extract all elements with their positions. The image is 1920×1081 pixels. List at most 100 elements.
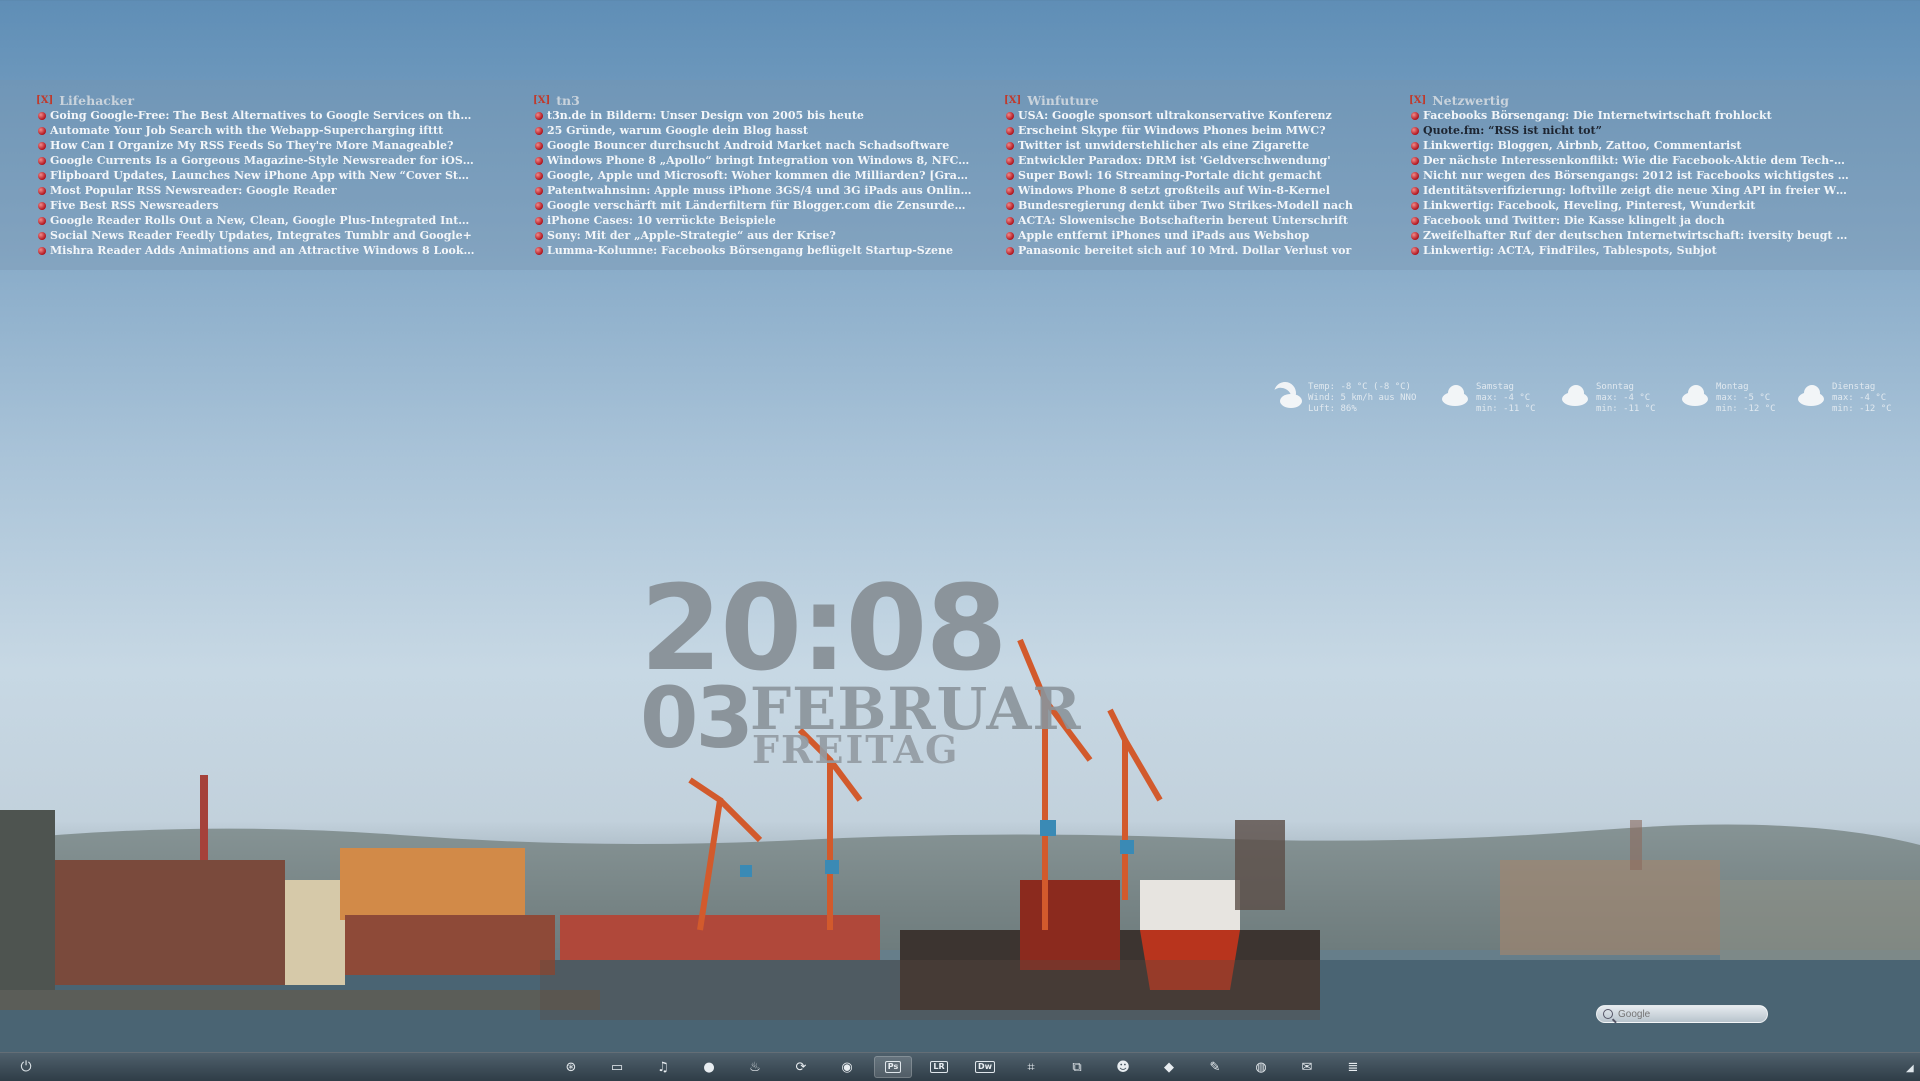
windows-icon: ⧉ bbox=[1072, 1059, 1082, 1075]
feed-item[interactable]: Twitter ist unwiderstehlicher als eine Z… bbox=[1004, 138, 1444, 153]
search-input[interactable] bbox=[1618, 1008, 1758, 1020]
search-icon bbox=[1603, 1009, 1613, 1019]
photoshop-icon: Ps bbox=[884, 1061, 902, 1073]
feed-item[interactable]: Google, Apple und Microsoft: Woher komme… bbox=[533, 168, 973, 183]
feed-item[interactable]: Going Google-Free: The Best Alternatives… bbox=[36, 108, 476, 123]
feed-item[interactable]: iPhone Cases: 10 verrückte Beispiele bbox=[533, 213, 973, 228]
lightroom-icon: LR bbox=[930, 1061, 948, 1073]
edit-dock-button[interactable]: ✎ bbox=[1196, 1056, 1234, 1078]
feed-item[interactable]: Facebooks Börsengang: Die Internetwirtsc… bbox=[1409, 108, 1849, 123]
disc-dock-button[interactable]: ● bbox=[690, 1056, 728, 1078]
weather-current: Temp: -8 °C (-8 °C) Wind: 5 km/h aus NNO… bbox=[1272, 382, 1416, 415]
feed-item[interactable]: Windows Phone 8 setzt großteils auf Win-… bbox=[1004, 183, 1444, 198]
power-icon[interactable]: ⏻ bbox=[18, 1059, 34, 1075]
feed-close-button[interactable]: [X] bbox=[533, 95, 550, 106]
google-search-box[interactable] bbox=[1596, 1005, 1768, 1023]
lightroom-dock-button[interactable]: LR bbox=[920, 1056, 958, 1078]
feed-item[interactable]: Lumma-Kolumne: Facebooks Börsengang befl… bbox=[533, 243, 973, 258]
feed-item[interactable]: Quote.fm: “RSS ist nicht tot” bbox=[1409, 123, 1849, 138]
feed-item[interactable]: Zweifelhafter Ruf der deutschen Internet… bbox=[1409, 228, 1849, 243]
feed-lifehacker: [X] Lifehacker Going Google-Free: The Be… bbox=[36, 92, 476, 258]
users-dock-button[interactable]: ☻ bbox=[1104, 1056, 1142, 1078]
stack-icon: ≣ bbox=[1347, 1059, 1359, 1075]
dock: ⊛ ▭ ♫ ● ♨ ⟳ ◉ Ps LR Dw ⌗ ⧉ ☻ ◆ ✎ ◍ ✉ ≣ bbox=[552, 1056, 1372, 1078]
feed-item[interactable]: Social News Reader Feedly Updates, Integ… bbox=[36, 228, 476, 243]
feed-item[interactable]: How Can I Organize My RSS Feeds So They'… bbox=[36, 138, 476, 153]
feed-item[interactable]: t3n.de in Bildern: Unser Design von 2005… bbox=[533, 108, 973, 123]
windows-dock-button[interactable]: ⧉ bbox=[1058, 1056, 1096, 1078]
feed-header: [X] tn3 bbox=[533, 92, 973, 108]
dreamweaver-dock-button[interactable]: Dw bbox=[966, 1056, 1004, 1078]
feed-title[interactable]: Lifehacker bbox=[59, 93, 134, 108]
feed-item[interactable]: Automate Your Job Search with the Webapp… bbox=[36, 123, 476, 138]
feed-item[interactable]: Nicht nur wegen des Börsengangs: 2012 is… bbox=[1409, 168, 1849, 183]
crop-dock-button[interactable]: ⌗ bbox=[1012, 1056, 1050, 1078]
feed-title[interactable]: tn3 bbox=[556, 93, 580, 108]
taskbar: ⏻ ⊛ ▭ ♫ ● ♨ ⟳ ◉ Ps LR Dw ⌗ ⧉ ☻ ◆ ✎ ◍ ✉ ≣ ◢ bbox=[0, 1052, 1920, 1081]
feed-item[interactable]: Flipboard Updates, Launches New iPhone A… bbox=[36, 168, 476, 183]
feed-item[interactable]: Google verschärft mit Länderfiltern für … bbox=[533, 198, 973, 213]
moon-cloud-icon bbox=[1272, 382, 1302, 410]
weather-forecast-day: Samstag max: -4 °C min: -11 °C bbox=[1440, 382, 1536, 415]
feed-item[interactable]: Windows Phone 8 „Apollo“ bringt Integrat… bbox=[533, 153, 973, 168]
mail-dock-button[interactable]: ✉ bbox=[1288, 1056, 1326, 1078]
feed-close-button[interactable]: [X] bbox=[1409, 95, 1426, 106]
feed-item[interactable]: Erscheint Skype für Windows Phones beim … bbox=[1004, 123, 1444, 138]
feed-item[interactable]: Google Currents Is a Gorgeous Magazine-S… bbox=[36, 153, 476, 168]
feed-item[interactable]: Google Reader Rolls Out a New, Clean, Go… bbox=[36, 213, 476, 228]
feed-item[interactable]: ACTA: Slowenische Botschafterin bereut U… bbox=[1004, 213, 1444, 228]
feed-close-button[interactable]: [X] bbox=[36, 95, 53, 106]
feed-item[interactable]: Bundesregierung denkt über Two Strikes-M… bbox=[1004, 198, 1444, 213]
feed-item[interactable]: Mishra Reader Adds Animations and an Att… bbox=[36, 243, 476, 258]
photoshop-dock-button[interactable]: Ps bbox=[874, 1056, 912, 1078]
users-icon: ☻ bbox=[1116, 1059, 1130, 1075]
cube-dock-button[interactable]: ◆ bbox=[1150, 1056, 1188, 1078]
weather-forecast-day: Montag max: -5 °C min: -12 °C bbox=[1680, 382, 1776, 415]
feed-winfuture: [X] Winfuture USA: Google sponsort ultra… bbox=[1004, 92, 1444, 258]
feed-item[interactable]: Super Bowl: 16 Streaming-Portale dicht g… bbox=[1004, 168, 1444, 183]
feed-item[interactable]: Google Bouncer durchsucht Android Market… bbox=[533, 138, 973, 153]
chrome-icon: ⊛ bbox=[565, 1059, 577, 1075]
feed-item[interactable]: Entwickler Paradox: DRM ist 'Geldverschw… bbox=[1004, 153, 1444, 168]
crop-icon: ⌗ bbox=[1027, 1059, 1035, 1075]
feed-netzwertig: [X] Netzwertig Facebooks Börsengang: Die… bbox=[1409, 92, 1849, 258]
globe-icon: ◉ bbox=[841, 1059, 853, 1075]
feed-item[interactable]: Panasonic bereitet sich auf 10 Mrd. Doll… bbox=[1004, 243, 1444, 258]
forecast-min: min: -11 °C bbox=[1476, 404, 1536, 414]
stack-dock-button[interactable]: ≣ bbox=[1334, 1056, 1372, 1078]
feed-item[interactable]: USA: Google sponsort ultrakonservative K… bbox=[1004, 108, 1444, 123]
feed-t3n: [X] tn3 t3n.de in Bildern: Unser Design … bbox=[533, 92, 973, 258]
cloud-icon bbox=[1560, 382, 1590, 410]
feed-item[interactable]: Patentwahnsinn: Apple muss iPhone 3GS/4 … bbox=[533, 183, 973, 198]
feed-title[interactable]: Netzwertig bbox=[1432, 93, 1509, 108]
music-dock-button[interactable]: ♫ bbox=[644, 1056, 682, 1078]
weather-forecast-day: Sonntag max: -4 °C min: -11 °C bbox=[1560, 382, 1656, 415]
feed-item[interactable]: Sony: Mit der „Apple-Strategie“ aus der … bbox=[533, 228, 973, 243]
folder-dock-button[interactable]: ▭ bbox=[598, 1056, 636, 1078]
feed-item[interactable]: 25 Gründe, warum Google dein Blog hasst bbox=[533, 123, 973, 138]
sync-dock-button[interactable]: ⟳ bbox=[782, 1056, 820, 1078]
feed-item[interactable]: Linkwertig: ACTA, FindFiles, Tablespots,… bbox=[1409, 243, 1849, 258]
feed-item[interactable]: Linkwertig: Facebook, Heveling, Pinteres… bbox=[1409, 198, 1849, 213]
tennis-dock-button[interactable]: ◍ bbox=[1242, 1056, 1280, 1078]
cube-icon: ◆ bbox=[1164, 1059, 1174, 1075]
chrome-dock-button[interactable]: ⊛ bbox=[552, 1056, 590, 1078]
forecast-min: min: -11 °C bbox=[1596, 404, 1656, 414]
feed-item[interactable]: Linkwertig: Bloggen, Airbnb, Zattoo, Com… bbox=[1409, 138, 1849, 153]
feed-item[interactable]: Der nächste Interessenkonflikt: Wie die … bbox=[1409, 153, 1849, 168]
cloud-icon bbox=[1796, 382, 1826, 410]
feed-item[interactable]: Facebook und Twitter: Die Kasse klingelt… bbox=[1409, 213, 1849, 228]
feed-item[interactable]: Identitätsverifizierung: loftville zeigt… bbox=[1409, 183, 1849, 198]
feed-header: [X] Netzwertig bbox=[1409, 92, 1849, 108]
java-dock-button[interactable]: ♨ bbox=[736, 1056, 774, 1078]
dreamweaver-icon: Dw bbox=[974, 1061, 996, 1073]
globe-dock-button[interactable]: ◉ bbox=[828, 1056, 866, 1078]
feed-item[interactable]: Most Popular RSS Newsreader: Google Read… bbox=[36, 183, 476, 198]
forecast-max: max: -5 °C bbox=[1716, 393, 1771, 403]
feed-item[interactable]: Five Best RSS Newsreaders bbox=[36, 198, 476, 213]
feed-close-button[interactable]: [X] bbox=[1004, 95, 1021, 106]
forecast-day-label: Dienstag bbox=[1832, 382, 1876, 392]
feed-item[interactable]: Apple entfernt iPhones und iPads aus Web… bbox=[1004, 228, 1444, 243]
mail-icon: ✉ bbox=[1301, 1059, 1313, 1075]
feed-title[interactable]: Winfuture bbox=[1027, 93, 1099, 108]
